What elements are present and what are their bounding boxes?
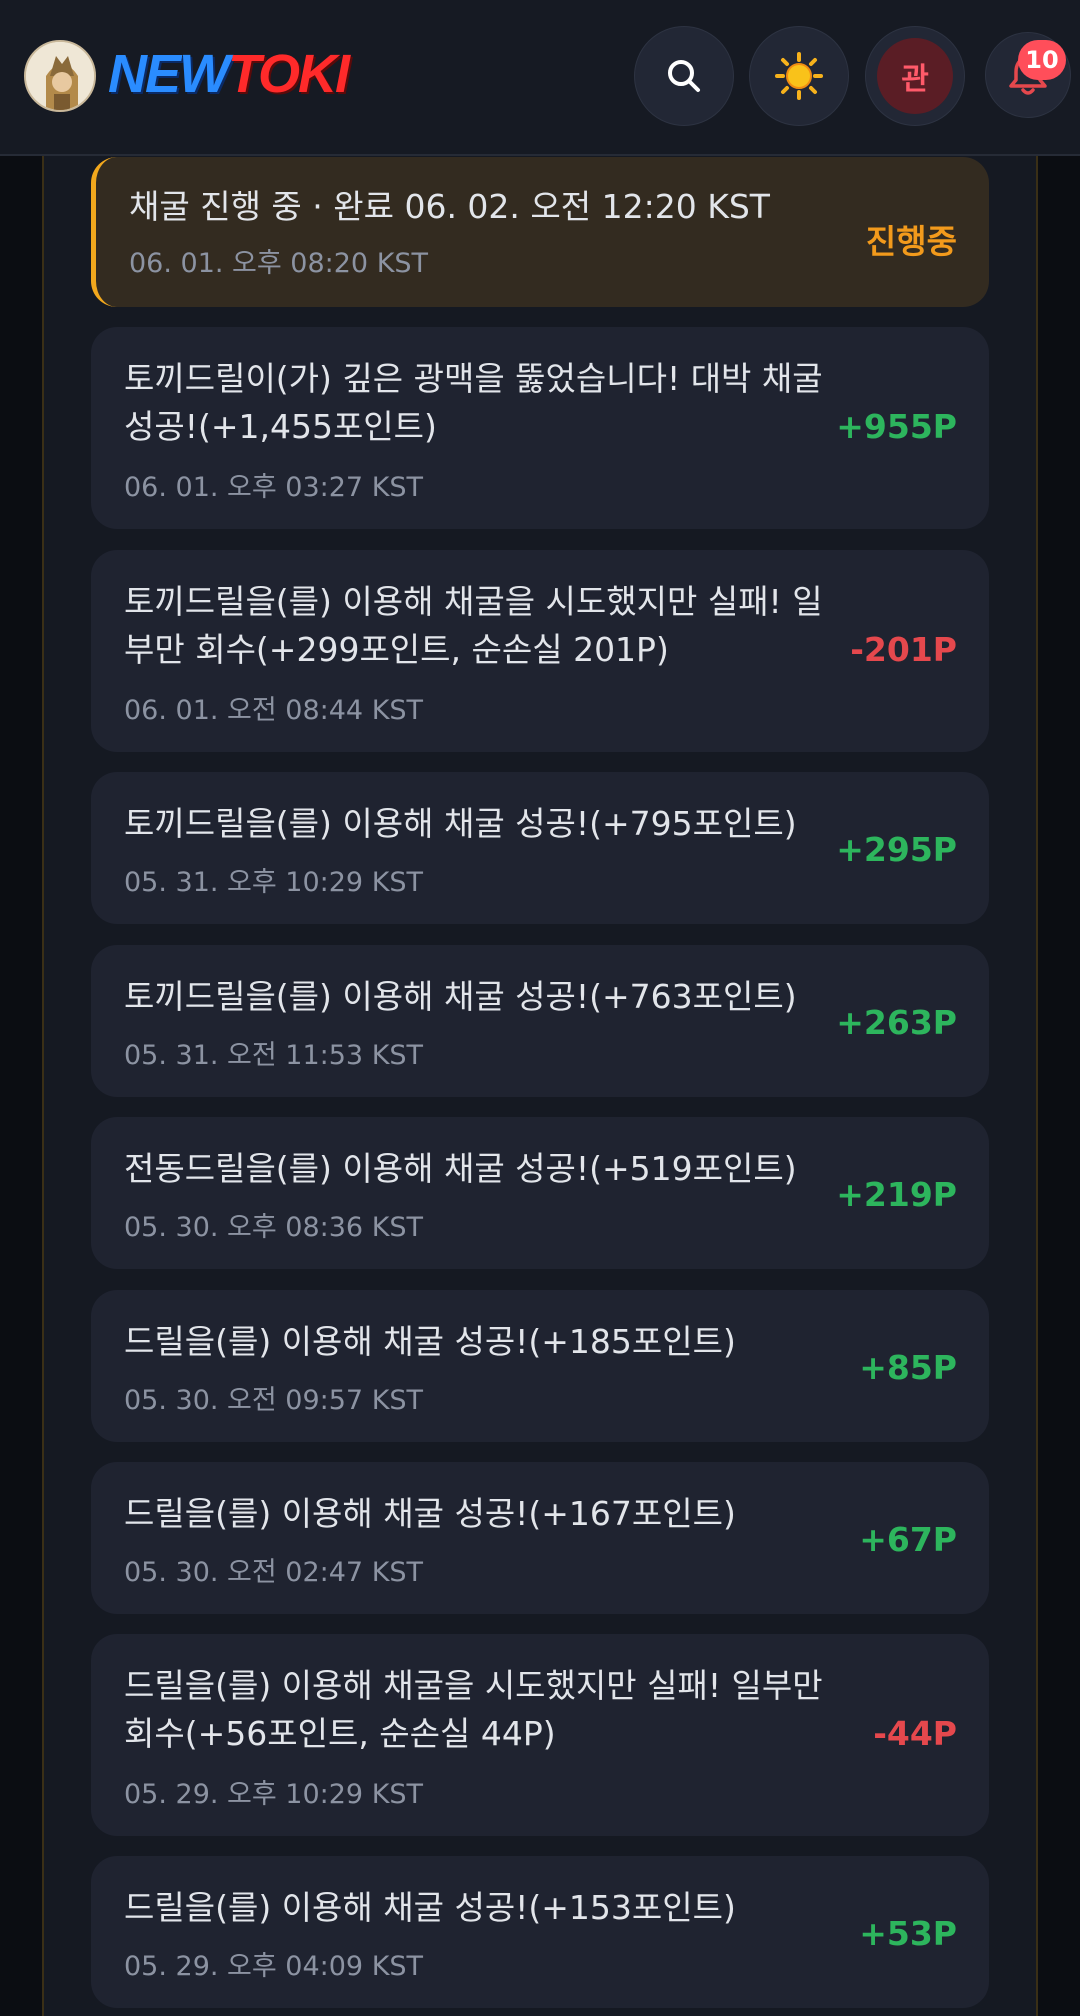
- history-item-timestamp: 05. 31. 오후 10:29 KST: [124, 867, 424, 898]
- top-header: NEWTOKI 관 10: [0, 0, 1080, 156]
- logo-new-text: NEW: [108, 44, 230, 104]
- status-badge: 진행중: [865, 222, 957, 261]
- logo-toki-text: TOKI: [227, 44, 350, 104]
- history-item[interactable]: 토끼드릴이(가) 깊은 광맥을 뚫었습니다! 대박 채굴 성공!(+1,455포…: [91, 327, 989, 529]
- point-change-amount: -44P: [873, 1714, 957, 1753]
- history-item[interactable]: 토끼드릴을(를) 이용해 채굴 성공!(+763포인트) 05. 31. 오전 1…: [91, 945, 989, 1097]
- history-item-timestamp: 06. 01. 오후 08:20 KST: [129, 248, 429, 279]
- history-item-timestamp: 05. 30. 오전 02:47 KST: [124, 1557, 424, 1588]
- history-item-description: 전동드릴을(를) 이용해 채굴 성공!(+519포인트): [124, 1149, 797, 1188]
- history-item[interactable]: 토끼드릴을(를) 이용해 채굴 성공!(+795포인트) 05. 31. 오후 1…: [91, 772, 989, 924]
- history-item[interactable]: 드릴을(를) 이용해 채굴 성공!(+167포인트) 05. 30. 오전 02:…: [91, 1462, 989, 1614]
- history-item[interactable]: 드릴을(를) 이용해 채굴 성공!(+185포인트) 05. 30. 오전 09:…: [91, 1290, 989, 1442]
- history-item-description: 드릴을(를) 이용해 채굴 성공!(+185포인트): [124, 1322, 736, 1361]
- history-item-description: 토끼드릴이(가) 깊은 광맥을 뚫었습니다! 대박 채굴 성공!(+1,455포…: [124, 359, 823, 446]
- history-item[interactable]: 전동드릴을(를) 이용해 채굴 성공!(+519포인트) 05. 30. 오후 0…: [91, 1117, 989, 1269]
- history-item-description: 드릴을(를) 이용해 채굴 성공!(+167포인트): [124, 1494, 736, 1533]
- search-icon: [668, 60, 700, 92]
- history-item-description: 채굴 진행 중 · 완료 06. 02. 오전 12:20 KST: [129, 187, 770, 226]
- user-menu-button[interactable]: 관: [865, 26, 965, 126]
- point-change-amount: +219P: [836, 1175, 957, 1214]
- history-item-timestamp: 06. 01. 오전 08:44 KST: [124, 695, 424, 726]
- history-item-timestamp: 05. 29. 오후 10:29 KST: [124, 1779, 424, 1810]
- search-button[interactable]: [634, 26, 734, 126]
- notification-count-badge: 10: [1018, 40, 1066, 80]
- site-logo[interactable]: NEWTOKI: [108, 44, 350, 104]
- theme-toggle-button[interactable]: [749, 26, 849, 126]
- point-change-amount: +85P: [859, 1348, 957, 1387]
- history-item-timestamp: 05. 31. 오전 11:53 KST: [124, 1040, 424, 1071]
- history-item-timestamp: 05. 30. 오후 08:36 KST: [124, 1212, 424, 1243]
- history-item-description: 토끼드릴을(를) 이용해 채굴 성공!(+763포인트): [124, 977, 797, 1016]
- sun-icon: [775, 52, 823, 100]
- history-item-description: 토끼드릴을(를) 이용해 채굴 성공!(+795포인트): [124, 804, 797, 843]
- point-change-amount: +53P: [859, 1914, 957, 1953]
- user-initial: 관: [901, 62, 929, 97]
- history-item[interactable]: 채굴 진행 중 · 완료 06. 02. 오전 12:20 KST 06. 01.…: [91, 157, 989, 307]
- history-item-timestamp: 05. 29. 오후 04:09 KST: [124, 1951, 424, 1982]
- user-avatar: 관: [877, 38, 953, 114]
- point-change-amount: +263P: [836, 1003, 957, 1042]
- point-change-amount: +295P: [836, 830, 957, 869]
- point-change-amount: +955P: [836, 407, 957, 446]
- history-item-timestamp: 06. 01. 오후 03:27 KST: [124, 472, 424, 503]
- site-avatar[interactable]: [24, 40, 96, 112]
- history-item[interactable]: 토끼드릴을(를) 이용해 채굴을 시도했지만 실패! 일부만 회수(+299포인…: [91, 550, 989, 752]
- history-item-description: 드릴을(를) 이용해 채굴 성공!(+153포인트): [124, 1888, 736, 1927]
- history-item-description: 토끼드릴을(를) 이용해 채굴을 시도했지만 실패! 일부만 회수(+299포인…: [124, 582, 823, 669]
- history-item[interactable]: 드릴을(를) 이용해 채굴을 시도했지만 실패! 일부만 회수(+56포인트, …: [91, 1634, 989, 1836]
- history-item-description: 드릴을(를) 이용해 채굴을 시도했지만 실패! 일부만 회수(+56포인트, …: [124, 1666, 823, 1753]
- point-change-amount: +67P: [859, 1520, 957, 1559]
- history-item[interactable]: 드릴을(를) 이용해 채굴 성공!(+153포인트) 05. 29. 오후 04:…: [91, 1856, 989, 2008]
- point-change-amount: -201P: [850, 630, 957, 669]
- history-item-timestamp: 05. 30. 오전 09:57 KST: [124, 1385, 424, 1416]
